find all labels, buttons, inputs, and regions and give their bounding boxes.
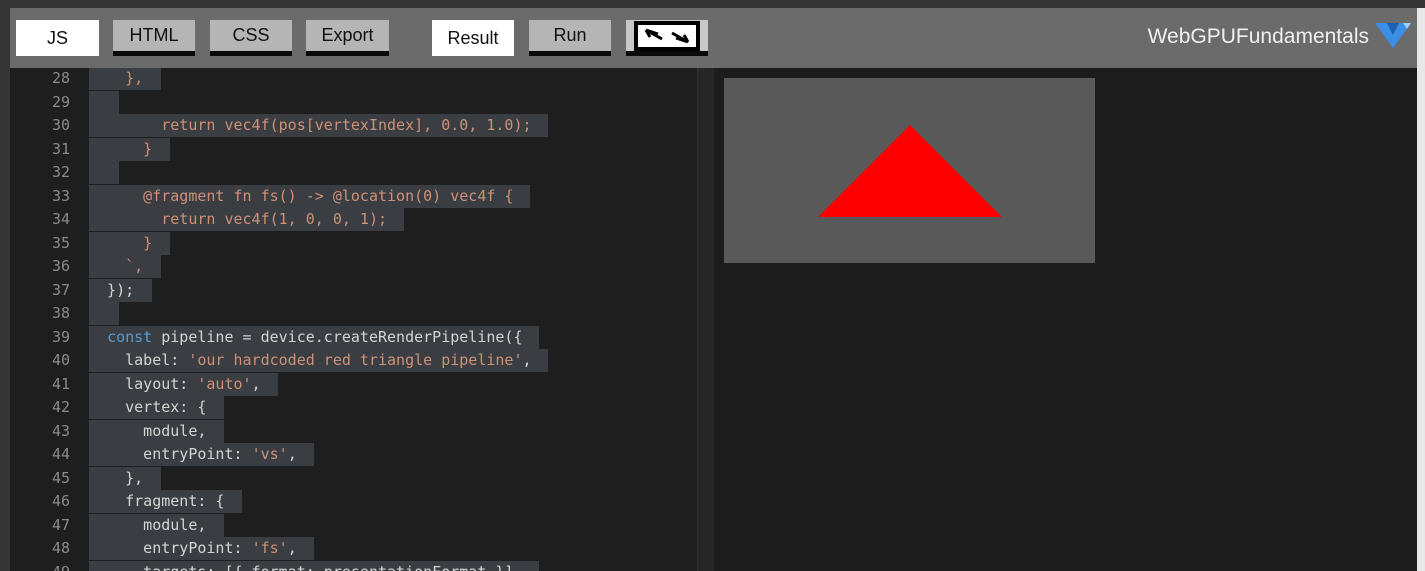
code-line[interactable]: } — [89, 234, 152, 256]
line-number: 37 — [51, 280, 70, 299]
line-number: 30 — [51, 116, 70, 134]
app-frame: JS HTML CSS Export Result Run WebGPUFund… — [0, 0, 1425, 571]
code-line[interactable]: entryPoint: 'fs', — [89, 539, 297, 561]
editor-scrollbar[interactable] — [697, 68, 714, 571]
result-button[interactable]: Result — [432, 20, 514, 56]
code-line[interactable]: } — [89, 140, 152, 162]
export-button[interactable]: Export — [306, 20, 389, 56]
line-number: 42 — [51, 398, 70, 416]
line-number: 32 — [51, 163, 70, 181]
line-number: 49 — [10, 563, 70, 571]
layout-toggle-button[interactable] — [626, 20, 708, 56]
line-number: 44 — [51, 445, 70, 463]
selection-highlight — [89, 302, 119, 325]
swap-layout-icon — [634, 20, 700, 51]
code-line[interactable]: layout: 'auto', — [89, 375, 260, 397]
line-number: 46 — [51, 492, 70, 510]
code-line[interactable]: module, — [89, 516, 206, 538]
line-number: 43 — [51, 421, 70, 440]
code-line[interactable]: vertex: { — [89, 398, 206, 420]
code-line[interactable]: }); — [89, 281, 134, 303]
result-pane — [714, 68, 1417, 571]
code-line[interactable]: const pipeline = device.createRenderPipe… — [89, 328, 522, 350]
line-number: 35 — [51, 233, 70, 252]
webgpu-logo-icon — [1375, 23, 1411, 48]
selection-highlight — [89, 161, 119, 184]
code-line[interactable]: fragment: { — [89, 492, 224, 514]
tab-html[interactable]: HTML — [113, 20, 195, 56]
line-number: 34 — [51, 210, 70, 228]
webgpu-canvas — [724, 78, 1095, 263]
code-line[interactable]: label: 'our hardcoded red triangle pipel… — [89, 351, 531, 373]
toolbar: JS HTML CSS Export Result Run WebGPUFund… — [10, 8, 1417, 68]
tab-js[interactable]: JS — [16, 20, 99, 56]
code-line[interactable]: return vec4f(1, 0, 0, 1); — [89, 210, 387, 232]
line-number: 48 — [51, 539, 70, 557]
selection-highlight — [89, 90, 119, 114]
line-number: 31 — [51, 139, 70, 158]
code-line[interactable]: }, — [89, 69, 143, 91]
line-number: 38 — [51, 304, 70, 322]
code-line[interactable]: return vec4f(pos[vertexIndex], 0.0, 1.0)… — [89, 116, 531, 138]
line-number: 39 — [51, 327, 70, 346]
code-line[interactable]: entryPoint: 'vs', — [89, 445, 297, 467]
triangle-render — [818, 125, 1002, 217]
code-line[interactable]: @fragment fn fs() -> @location(0) vec4f … — [89, 187, 513, 209]
code-line[interactable]: module, — [89, 422, 206, 444]
run-button[interactable]: Run — [529, 20, 611, 56]
code-line[interactable]: targets: [{ format: presentationFormat }… — [89, 563, 522, 571]
line-number: 41 — [51, 374, 70, 393]
window-edge — [1417, 8, 1425, 571]
code-line[interactable]: `, — [89, 257, 143, 279]
line-number: 45 — [51, 468, 70, 487]
code-editor[interactable]: 28 }, 29 30 return vec4f(pos[vertexIndex],… — [10, 68, 697, 571]
tab-css[interactable]: CSS — [210, 20, 292, 56]
line-number: 36 — [51, 257, 70, 275]
line-number: 33 — [51, 186, 70, 205]
code-line[interactable]: }, — [89, 469, 143, 491]
line-number: 28 — [51, 69, 70, 87]
line-number: 47 — [51, 515, 70, 534]
line-number: 40 — [51, 351, 70, 369]
line-number: 29 — [51, 92, 70, 111]
brand-title: WebGPUFundamentals — [1147, 25, 1369, 48]
